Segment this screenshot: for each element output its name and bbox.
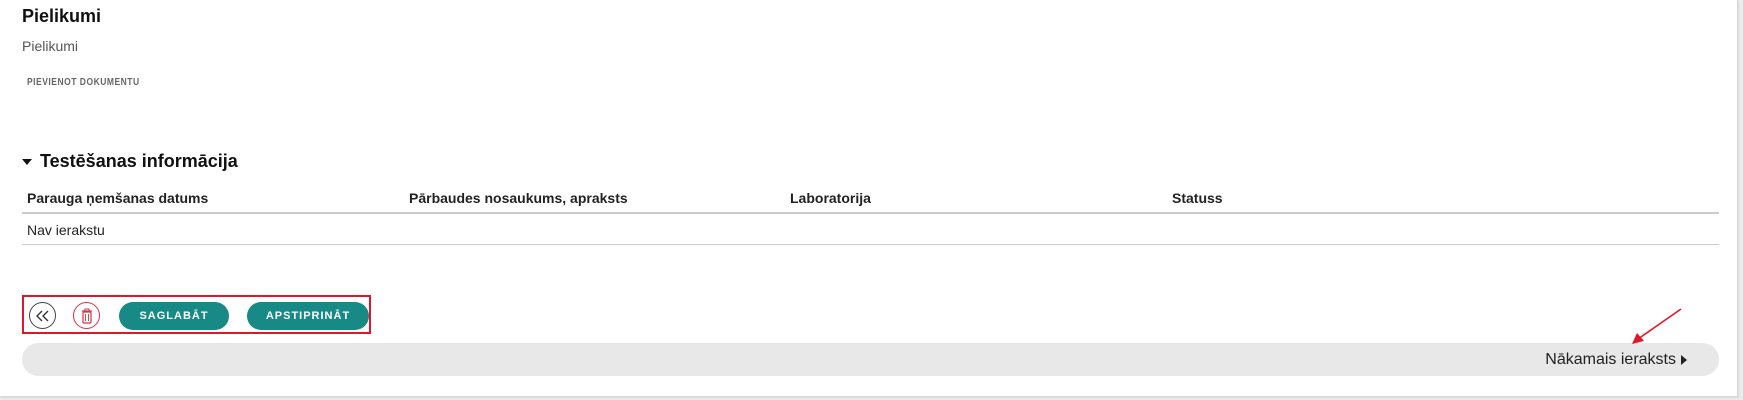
testing-table: Parauga ņemšanas datums Pārbaudes nosauk…	[22, 186, 1719, 245]
column-header-laboratory[interactable]: Laboratorija	[790, 190, 871, 206]
next-record-link[interactable]: Nākamais ieraksts	[1545, 351, 1687, 369]
add-document-link[interactable]: PIEVIENOT DOKUMENTU	[27, 77, 140, 88]
caret-right-icon	[1681, 355, 1687, 365]
testing-section-toggle[interactable]: Testēšanas informācija	[22, 151, 238, 172]
delete-button[interactable]	[73, 302, 100, 329]
testing-section-title: Testēšanas informācija	[40, 151, 238, 171]
confirm-button[interactable]: APSTIPRINĀT	[247, 302, 369, 330]
action-buttons-highlight: SAGLABĀT APSTIPRINĀT	[22, 295, 371, 334]
double-chevron-left-icon	[35, 310, 48, 321]
empty-table-message: Nav ierakstu	[27, 222, 105, 238]
back-button[interactable]	[29, 302, 56, 329]
attachments-subtitle: Pielikumi	[22, 38, 79, 54]
annotation-arrow-icon	[1632, 308, 1682, 344]
record-panel: Pielikumi Pielikumi PIEVIENOT DOKUMENTU …	[0, 0, 1738, 397]
table-header: Parauga ņemšanas datums Pārbaudes nosauk…	[22, 186, 1719, 214]
column-header-status[interactable]: Statuss	[1172, 190, 1223, 206]
save-button[interactable]: SAGLABĀT	[119, 302, 229, 330]
trash-icon	[81, 308, 92, 324]
table-row: Nav ierakstu	[22, 214, 1719, 245]
attachments-title: Pielikumi	[22, 6, 102, 26]
next-record-label: Nākamais ieraksts	[1545, 351, 1676, 368]
caret-down-icon	[22, 159, 32, 165]
record-navigation-bar: Nākamais ieraksts	[22, 343, 1719, 376]
column-header-test-name[interactable]: Pārbaudes nosaukums, apraksts	[409, 190, 628, 206]
column-header-sample-date[interactable]: Parauga ņemšanas datums	[27, 190, 208, 206]
